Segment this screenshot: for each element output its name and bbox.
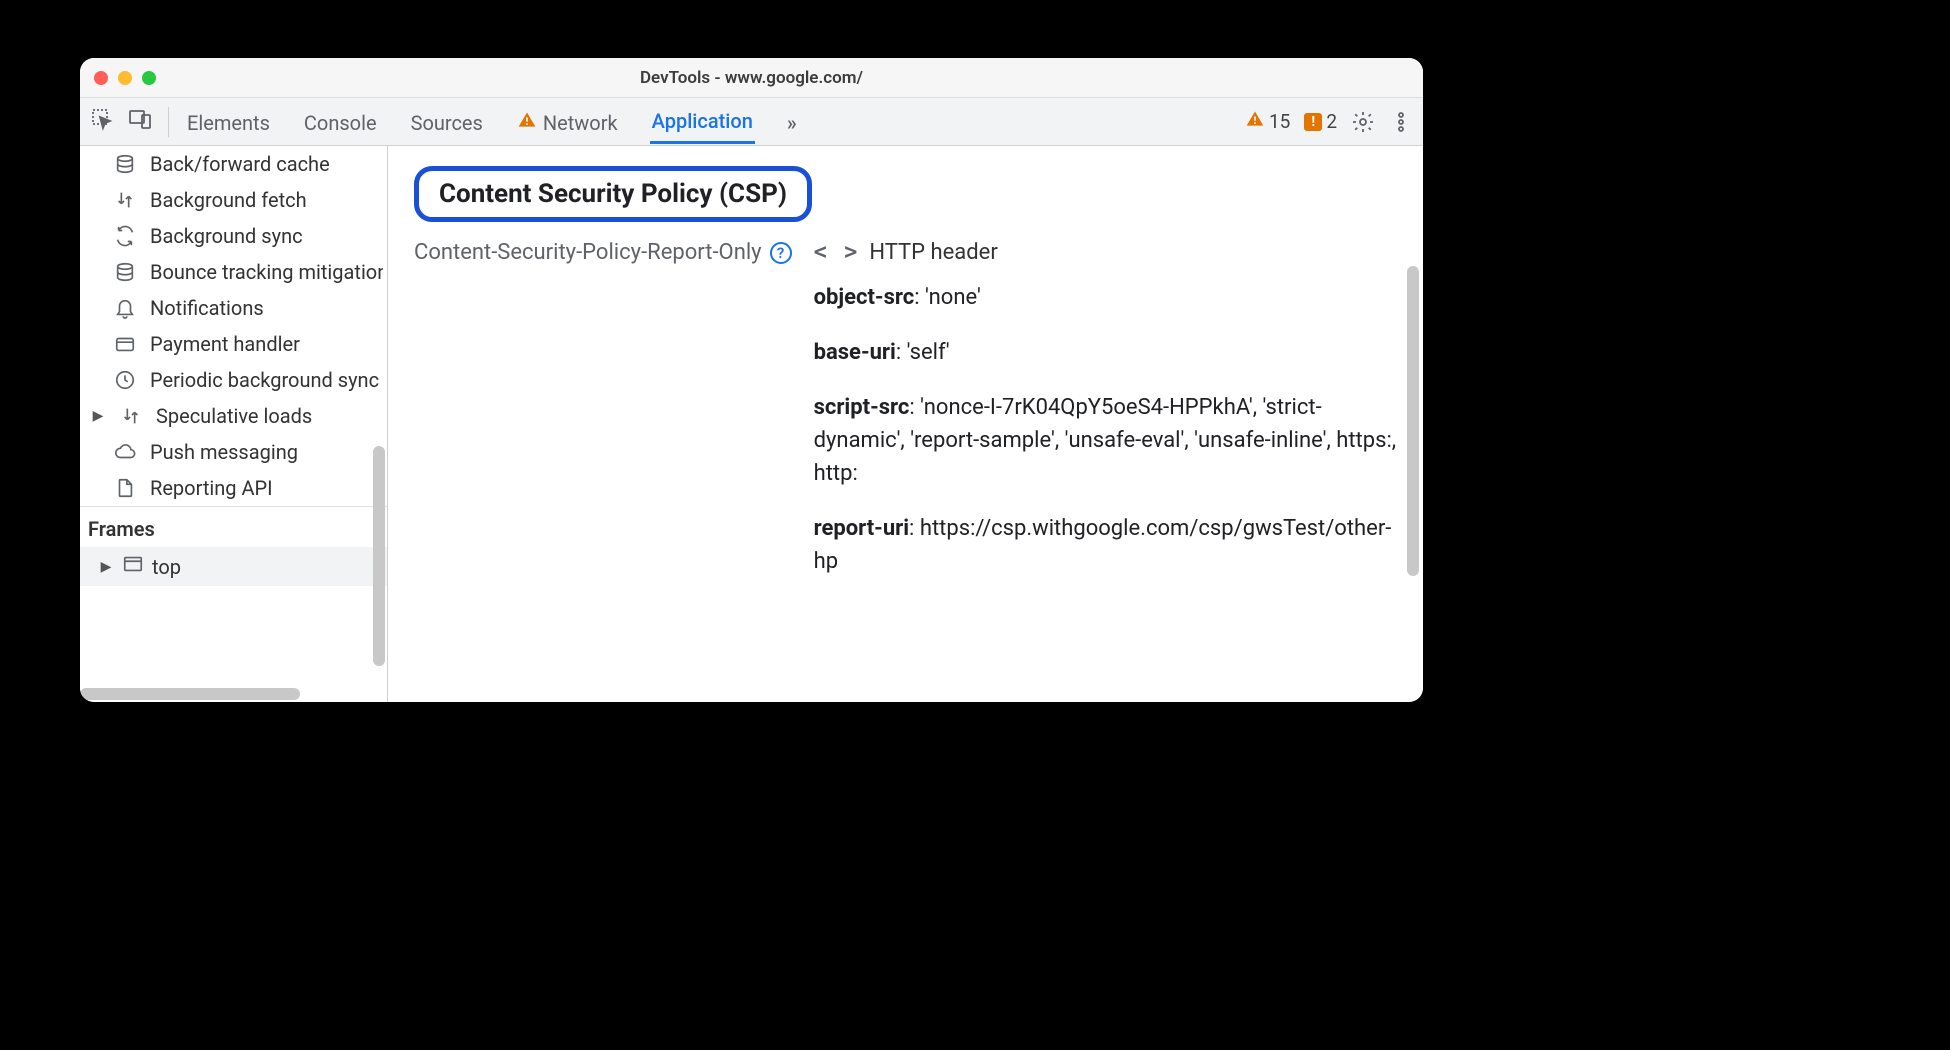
tab-elements[interactable]: Elements xyxy=(185,101,272,143)
file-icon xyxy=(110,477,140,499)
sidebar-item-speculative-loads[interactable]: ▶ Speculative loads xyxy=(80,398,387,434)
window-titlebar: DevTools - www.google.com/ xyxy=(80,58,1423,98)
tab-network[interactable]: Network xyxy=(515,100,620,143)
sidebar-item-payment-handler[interactable]: Payment handler xyxy=(80,326,387,362)
sidebar-item-bfcache[interactable]: Back/forward cache xyxy=(80,146,387,182)
issues-badge[interactable]: ! 2 xyxy=(1304,110,1337,133)
sidebar-section-frames: Frames xyxy=(80,506,387,547)
panel-body: Back/forward cache Background fetch Back… xyxy=(80,146,1423,702)
sidebar-horizontal-scrollbar[interactable] xyxy=(80,688,300,700)
warnings-badge[interactable]: 15 xyxy=(1245,109,1290,134)
device-toolbar-icon[interactable] xyxy=(128,107,152,136)
sidebar-item-background-sync[interactable]: Background sync xyxy=(80,218,387,254)
divider xyxy=(168,107,169,137)
expand-arrow-icon: ▶ xyxy=(98,559,114,575)
csp-directive-report-uri: report-uri: https://csp.withgoogle.com/c… xyxy=(814,512,1397,578)
csp-policy-name: Content-Security-Policy-Report-Only xyxy=(414,240,762,265)
csp-heading: Content Security Policy (CSP) xyxy=(439,179,787,209)
cloud-icon xyxy=(110,441,140,463)
warning-icon xyxy=(517,110,537,135)
database-icon xyxy=(110,153,140,175)
sidebar-item-periodic-sync[interactable]: Periodic background sync xyxy=(80,362,387,398)
sidebar-frame-top[interactable]: ▶ top xyxy=(80,547,387,586)
tab-more-panels[interactable]: » xyxy=(785,101,799,143)
window-title: DevTools - www.google.com/ xyxy=(80,68,1423,88)
csp-directive-base-uri: base-uri: 'self' xyxy=(814,336,1397,369)
issues-count: 2 xyxy=(1326,110,1337,133)
csp-directive-object-src: object-src: 'none' xyxy=(814,281,1397,314)
transfer-icon xyxy=(110,189,140,211)
database-icon xyxy=(110,261,140,283)
csp-heading-highlight: Content Security Policy (CSP) xyxy=(414,166,812,222)
sidebar-item-background-fetch[interactable]: Background fetch xyxy=(80,182,387,218)
window-icon xyxy=(122,553,144,580)
card-icon xyxy=(110,333,140,355)
issues-icon: ! xyxy=(1304,113,1322,131)
settings-icon[interactable] xyxy=(1351,110,1375,134)
sync-icon xyxy=(110,225,140,247)
csp-policy-name-row: Content-Security-Policy-Report-Only ? xyxy=(414,240,792,265)
sidebar-item-reporting-api[interactable]: Reporting API xyxy=(80,470,387,506)
sidebar-item-notifications[interactable]: Notifications xyxy=(80,290,387,326)
sidebar-item-push-messaging[interactable]: Push messaging xyxy=(80,434,387,470)
warning-icon xyxy=(1245,109,1265,134)
inspect-element-icon[interactable] xyxy=(90,107,114,136)
transfer-icon xyxy=(116,405,146,427)
sidebar-vertical-scrollbar[interactable] xyxy=(373,446,385,666)
tab-console[interactable]: Console xyxy=(302,101,379,143)
code-icon: < > xyxy=(814,240,860,265)
tab-sources[interactable]: Sources xyxy=(409,101,485,143)
tab-application[interactable]: Application xyxy=(650,99,755,144)
main-vertical-scrollbar[interactable] xyxy=(1407,266,1419,576)
panel-tabs: Elements Console Sources Network Applica… xyxy=(185,99,799,144)
application-sidebar: Back/forward cache Background fetch Back… xyxy=(80,146,388,702)
clock-icon xyxy=(110,369,140,391)
kebab-menu-icon[interactable] xyxy=(1389,110,1413,134)
warnings-count: 15 xyxy=(1269,110,1290,133)
expand-arrow-icon: ▶ xyxy=(90,408,106,424)
devtools-window: DevTools - www.google.com/ Elements Cons… xyxy=(80,58,1423,702)
devtools-toolbar: Elements Console Sources Network Applica… xyxy=(80,98,1423,146)
sidebar-item-bounce-tracking[interactable]: Bounce tracking mitigations xyxy=(80,254,387,290)
csp-directive-script-src: script-src: 'nonce-I-7rK04QpY5oeS4-HPPkh… xyxy=(814,391,1397,490)
csp-panel: Content Security Policy (CSP) Content-Se… xyxy=(388,146,1423,702)
bell-icon xyxy=(110,297,140,319)
help-icon[interactable]: ? xyxy=(770,242,792,264)
csp-source-label: HTTP header xyxy=(869,240,997,265)
